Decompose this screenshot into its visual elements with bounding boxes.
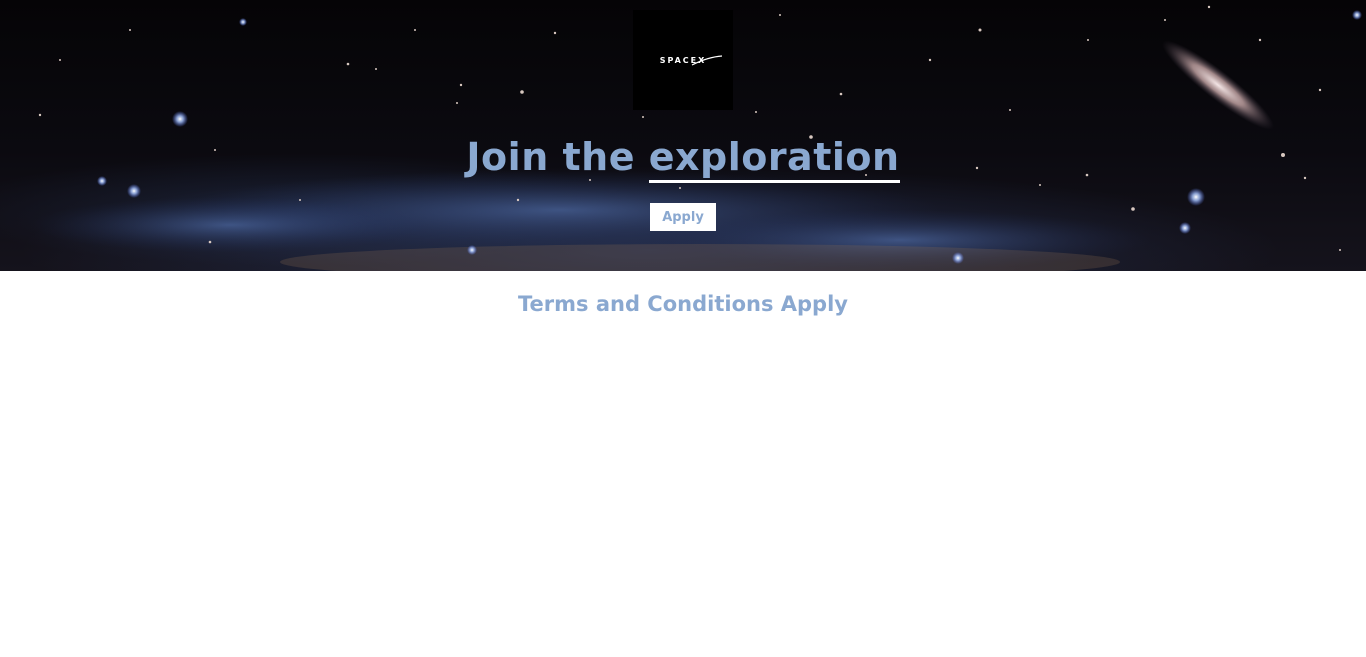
headline-text: Join the — [466, 135, 649, 179]
spacex-swoosh-icon — [691, 55, 723, 66]
hero-headline: Join the exploration — [0, 135, 1366, 183]
terms-and-conditions: Terms and Conditions Apply — [518, 292, 848, 316]
headline-emphasis: exploration — [648, 135, 900, 183]
hero-banner: SPACEX Join the exploration Apply — [0, 0, 1366, 271]
apply-button[interactable]: Apply — [650, 203, 716, 231]
